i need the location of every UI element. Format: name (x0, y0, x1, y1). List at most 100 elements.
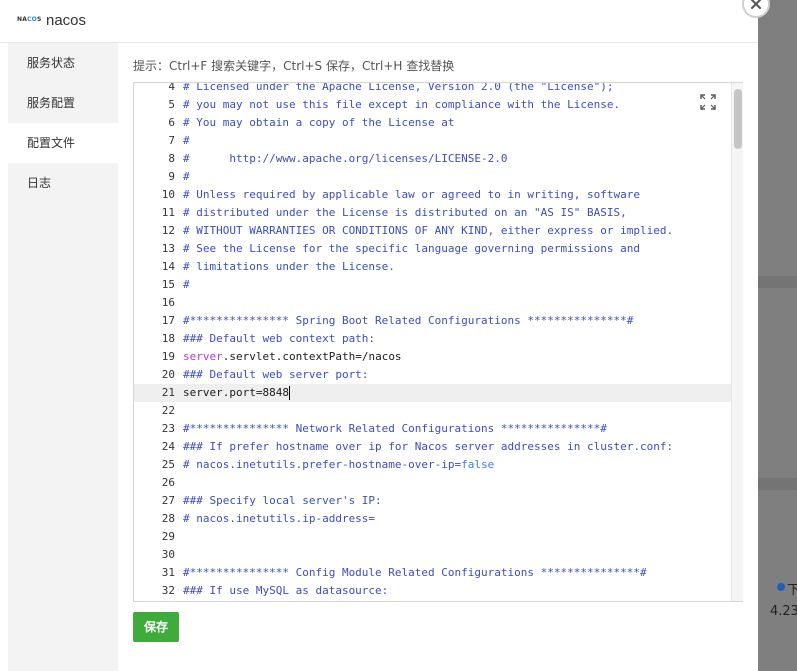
code-text: # limitations under the License. (183, 260, 395, 273)
line-number: 8 (168, 152, 175, 165)
line-code: # (183, 132, 190, 150)
code-text: ### Default web context path: (183, 332, 376, 345)
code-text: #*************** Network Related Configu… (183, 422, 607, 435)
code-text: # (183, 278, 190, 291)
editor-line[interactable]: 4 # Licensed under the Apache License, Ve… (134, 82, 734, 96)
editor-line[interactable]: 31 #*************** Config Module Related… (134, 564, 734, 582)
nacos-logo: NACOS (17, 16, 42, 23)
line-number: 14 (161, 260, 175, 273)
code-text: ### If use MySQL as datasource: (183, 584, 389, 597)
editor-line[interactable]: 32 ### If use MySQL as datasource: (134, 582, 734, 600)
line-number: 27 (161, 494, 175, 507)
sidebar-item-logs[interactable]: 日志 (8, 163, 118, 203)
line-code: # (183, 168, 190, 186)
editor-line[interactable]: 14 # limitations under the License. (134, 258, 734, 276)
editor-line[interactable]: 26 (134, 474, 734, 492)
editor-line[interactable]: 10 # Unless required by applicable law or… (134, 186, 734, 204)
line-code: #*************** Network Related Configu… (183, 420, 607, 438)
line-number: 18 (161, 332, 175, 345)
line-code: #*************** Spring Boot Related Con… (183, 312, 633, 330)
editor-line[interactable]: 12 # WITHOUT WARRANTIES OR CONDITIONS OF … (134, 222, 734, 240)
editor-lines: 4 # Licensed under the Apache License, Ve… (134, 82, 734, 600)
line-number: 16 (161, 296, 175, 309)
editor-line[interactable]: 19 server.servlet.contextPath=/nacos (134, 348, 734, 366)
line-code: ### Default web context path: (183, 330, 375, 348)
code-editor[interactable]: 4 # Licensed under the Apache License, Ve… (133, 82, 743, 602)
code-text: server.port=8848 (183, 386, 289, 399)
sidebar-item-config-file[interactable]: 配置文件 (8, 123, 118, 163)
line-number: 5 (168, 98, 175, 111)
editor-line[interactable]: 7 # (134, 132, 734, 150)
sidebar-item-service-config[interactable]: 服务配置 (8, 83, 118, 123)
line-number: 22 (161, 404, 175, 417)
close-icon (751, 0, 761, 9)
code-text: ### Default web server port: (183, 368, 369, 381)
code-text: ### If prefer hostname over ip for Nacos… (183, 440, 674, 453)
line-code: ### Default web server port: (183, 366, 368, 384)
sidebar: 服务状态 服务配置 配置文件 日志 (8, 43, 118, 671)
code-text: #*************** Config Module Related C… (183, 566, 647, 579)
editor-line[interactable]: 20 ### Default web server port: (134, 366, 734, 384)
line-code: ### If use MySQL as datasource: (183, 582, 388, 600)
code-text: # (183, 134, 190, 147)
code-text: # distributed under the License is distr… (183, 206, 627, 219)
line-code: # Unless required by applicable law or a… (183, 186, 640, 204)
editor-line[interactable]: 11 # distributed under the License is dis… (134, 204, 734, 222)
editor-line[interactable]: 30 (134, 546, 734, 564)
editor-line[interactable]: 22 (134, 402, 734, 420)
editor-scrollbar[interactable] (731, 83, 743, 601)
line-number: 30 (161, 548, 175, 561)
line-number: 32 (161, 584, 175, 597)
line-code: ### If prefer hostname over ip for Nacos… (183, 438, 673, 456)
line-code: ### Specify local server's IP: (183, 492, 382, 510)
editor-line[interactable]: 15 # (134, 276, 734, 294)
editor-line[interactable]: 24 ### If prefer hostname over ip for Nac… (134, 438, 734, 456)
code-text: # See the License for the specific langu… (183, 242, 640, 255)
sidebar-item-service-status[interactable]: 服务状态 (8, 43, 118, 83)
editor-line[interactable]: 16 (134, 294, 734, 312)
line-number: 19 (161, 350, 175, 363)
editor-line[interactable]: 21 server.port=8848 (134, 384, 734, 402)
line-number: 15 (161, 278, 175, 291)
editor-line[interactable]: 29 (134, 528, 734, 546)
line-code: # nacos.inetutils.prefer-hostname-over-i… (183, 456, 494, 474)
line-code: # http://www.apache.org/licenses/LICENSE… (183, 150, 508, 168)
code-text: # nacos.inetutils.ip-address= (183, 512, 376, 525)
line-number: 24 (161, 440, 175, 453)
code-key: server (183, 350, 223, 363)
line-number: 17 (161, 314, 175, 327)
modal-title: nacos (46, 12, 87, 29)
line-number: 23 (161, 422, 175, 435)
save-button[interactable]: 保存 (133, 612, 179, 642)
editor-line[interactable]: 28 # nacos.inetutils.ip-address= (134, 510, 734, 528)
line-code: server.servlet.contextPath=/nacos (183, 348, 402, 366)
code-text: #*************** Spring Boot Related Con… (183, 314, 634, 327)
code-text: ### Specify local server's IP: (183, 494, 382, 507)
line-number: 4 (168, 82, 175, 93)
editor-line[interactable]: 8 # http://www.apache.org/licenses/LICENS… (134, 150, 734, 168)
scrollbar-thumb[interactable] (734, 89, 742, 149)
editor-line[interactable]: 27 ### Specify local server's IP: (134, 492, 734, 510)
editor-line[interactable]: 17 #*************** Spring Boot Related C… (134, 312, 734, 330)
editor-line[interactable]: 25 # nacos.inetutils.prefer-hostname-over… (134, 456, 734, 474)
fullscreen-icon[interactable] (700, 94, 716, 110)
line-code: #*************** Config Module Related C… (183, 564, 647, 582)
editor-line[interactable]: 23 #*************** Network Related Confi… (134, 420, 734, 438)
line-code: # nacos.inetutils.ip-address= (183, 510, 375, 528)
editor-line[interactable]: 5 # you may not use this file except in c… (134, 96, 734, 114)
line-code: # limitations under the License. (183, 258, 395, 276)
line-number: 21 (161, 386, 175, 399)
editor-line[interactable]: 6 # You may obtain a copy of the License … (134, 114, 734, 132)
editor-line[interactable]: 13 # See the License for the specific lan… (134, 240, 734, 258)
line-number: 13 (161, 242, 175, 255)
code-boolean: false (461, 458, 495, 471)
text-cursor (288, 386, 290, 400)
code-text: # (183, 170, 190, 183)
line-code: # (183, 276, 190, 294)
line-number: 10 (161, 188, 175, 201)
editor-line[interactable]: 18 ### Default web context path: (134, 330, 734, 348)
line-number: 9 (168, 170, 175, 183)
line-code: # WITHOUT WARRANTIES OR CONDITIONS OF AN… (183, 222, 673, 240)
editor-line[interactable]: 9 # (134, 168, 734, 186)
line-code: # distributed under the License is distr… (183, 204, 627, 222)
